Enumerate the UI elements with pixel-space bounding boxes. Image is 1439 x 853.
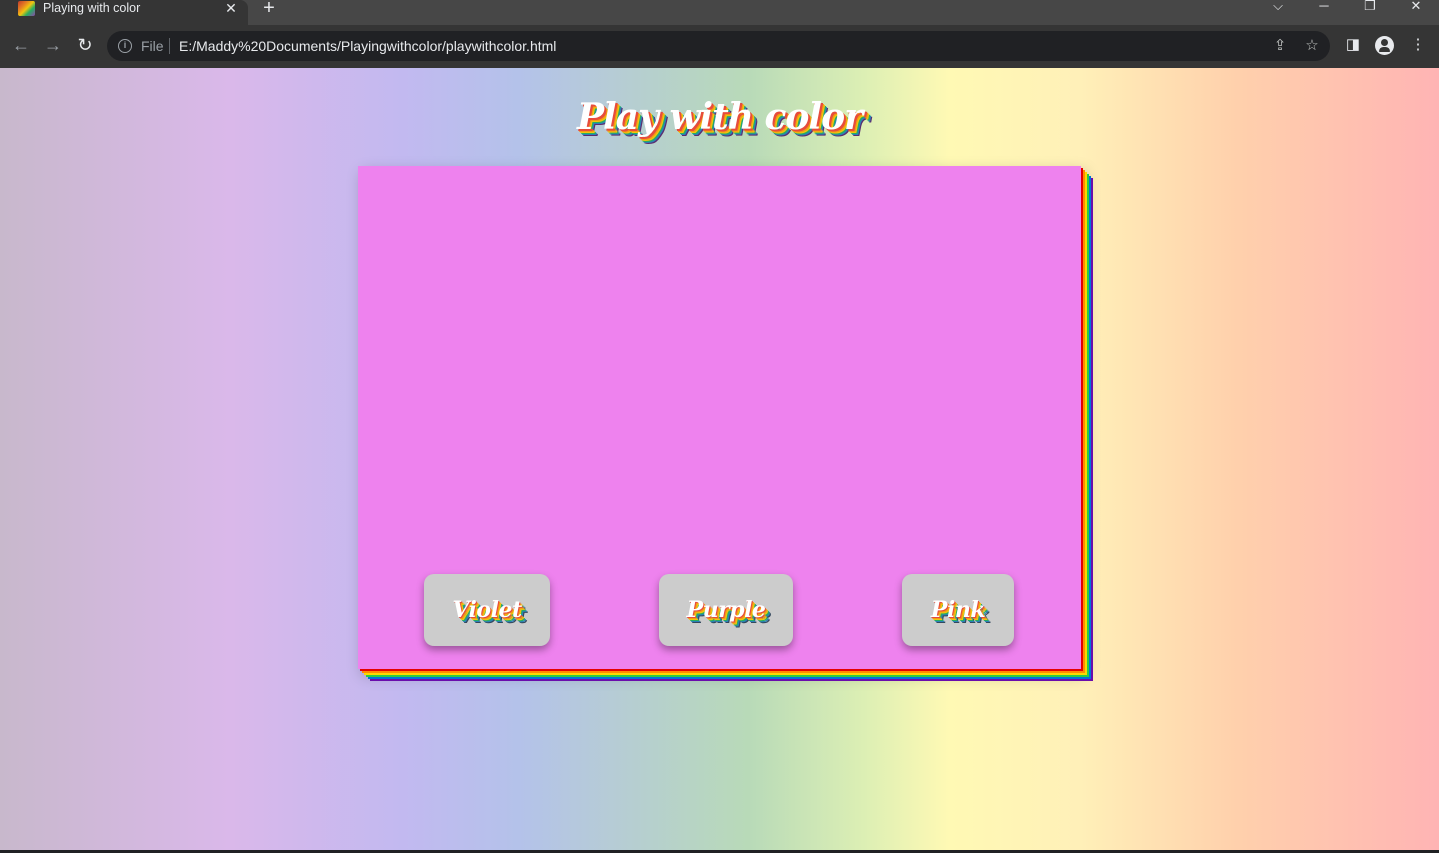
page-title: Play with color <box>576 96 863 138</box>
star-icon[interactable]: ☆ <box>1303 37 1321 55</box>
violet-button[interactable]: Violet <box>424 574 550 646</box>
address-separator <box>169 38 170 54</box>
forward-icon[interactable]: → <box>41 33 65 57</box>
share-icon[interactable]: ⇪ <box>1271 37 1289 55</box>
tab-title: Playing with color <box>43 1 141 15</box>
page-viewport: Play with color Violet Purple Pink <box>0 68 1439 853</box>
color-display-box: Violet Purple Pink <box>358 166 1081 669</box>
info-icon[interactable]: i <box>118 39 132 53</box>
url-text[interactable]: E:/Maddy%20Documents/Playingwithcolor/pl… <box>179 38 556 54</box>
new-tab-button[interactable]: + <box>259 0 279 18</box>
pink-button[interactable]: Pink <box>902 574 1014 646</box>
address-bar[interactable]: i File E:/Maddy%20Documents/Playingwithc… <box>107 31 1330 61</box>
menu-icon[interactable]: ⋮ <box>1408 35 1428 55</box>
tab-close-icon[interactable]: ✕ <box>223 0 239 16</box>
reload-icon[interactable]: ↻ <box>73 33 97 57</box>
favicon-icon <box>18 1 35 16</box>
profile-icon[interactable] <box>1375 36 1394 55</box>
close-icon[interactable]: ✕ <box>1405 0 1427 14</box>
purple-button[interactable]: Purple <box>659 574 793 646</box>
tab-strip: Playing with color ✕ + ⌵ ─ ❐ ✕ <box>0 0 1439 25</box>
restore-icon[interactable]: ❐ <box>1359 0 1381 14</box>
side-panel-icon[interactable]: ◨ <box>1343 35 1363 55</box>
back-icon[interactable]: ← <box>9 33 33 57</box>
tab-search-icon[interactable]: ⌵ <box>1267 0 1289 14</box>
tab-active[interactable]: Playing with color ✕ <box>0 0 248 25</box>
minimize-icon[interactable]: ─ <box>1313 0 1335 14</box>
browser-toolbar: ← → ↻ i File E:/Maddy%20Documents/Playin… <box>0 25 1439 68</box>
scheme-label: File <box>141 38 164 54</box>
